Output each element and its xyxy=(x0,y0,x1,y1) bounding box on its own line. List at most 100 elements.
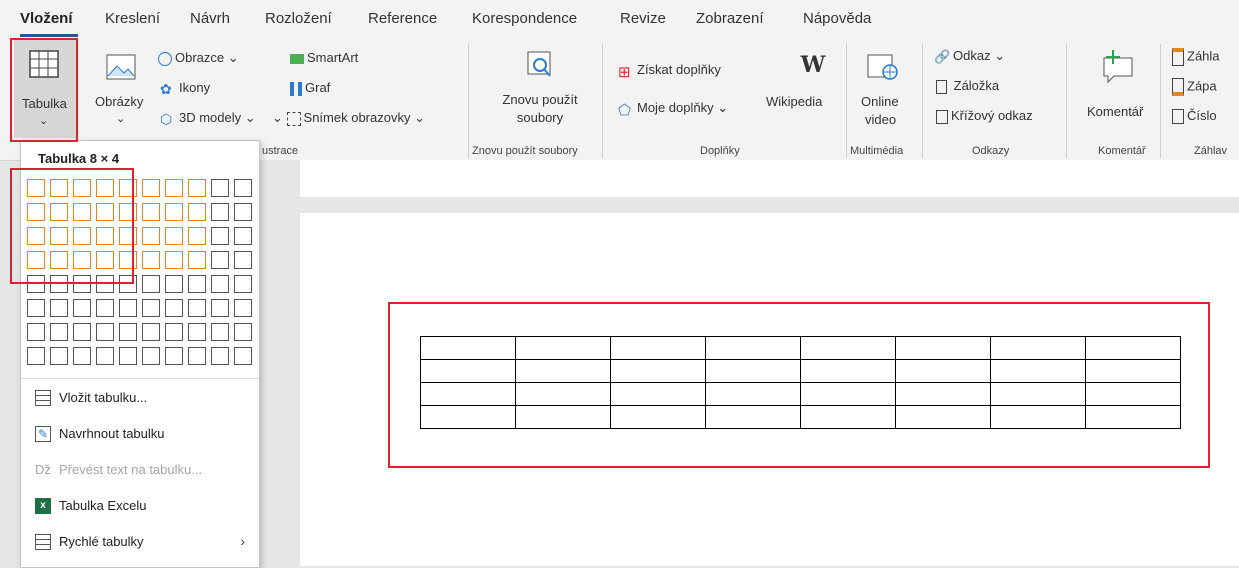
grid-cell[interactable] xyxy=(211,227,229,245)
tab-zobrazeni[interactable]: Zobrazení xyxy=(696,10,764,27)
tab-revize[interactable]: Revize xyxy=(620,10,666,27)
grid-cell[interactable] xyxy=(188,323,206,341)
tab-rozlozeni[interactable]: Rozložení xyxy=(265,10,332,27)
grid-cell[interactable] xyxy=(234,203,252,221)
grid-cell[interactable] xyxy=(165,179,183,197)
grid-cell[interactable] xyxy=(73,299,91,317)
chevron-down-icon: ⌄ xyxy=(994,48,1006,63)
quick-tables-menu-item[interactable]: Rychlé tabulky › xyxy=(21,525,259,559)
grid-cell[interactable] xyxy=(234,227,252,245)
header-label: Záhla xyxy=(1187,48,1220,64)
grid-cell[interactable] xyxy=(73,323,91,341)
grid-cell[interactable] xyxy=(50,347,68,365)
grid-cell[interactable] xyxy=(96,347,114,365)
smartart-button[interactable]: SmartArt xyxy=(290,50,358,65)
grid-cell[interactable] xyxy=(165,227,183,245)
grid-cell[interactable] xyxy=(188,347,206,365)
grid-cell[interactable] xyxy=(188,227,206,245)
grid-cell[interactable] xyxy=(142,251,160,269)
grid-cell[interactable] xyxy=(234,275,252,293)
grid-cell[interactable] xyxy=(142,299,160,317)
grid-cell[interactable] xyxy=(211,323,229,341)
grid-cell[interactable] xyxy=(119,323,137,341)
cross-reference-button[interactable]: Křížový odkaz xyxy=(936,108,1033,124)
shapes-button[interactable]: Obrazce ⌄ xyxy=(158,50,239,66)
tab-kresleni[interactable]: Kreslení xyxy=(105,10,160,27)
online-video-button[interactable]: Online video xyxy=(856,48,914,138)
grid-cell[interactable] xyxy=(188,275,206,293)
comment-button[interactable]: Komentář xyxy=(1082,48,1154,138)
grid-cell[interactable] xyxy=(188,179,206,197)
draw-table-menu-item[interactable]: ✎ Navrhnout tabulku xyxy=(21,417,259,451)
tab-vlozeni[interactable]: Vložení xyxy=(20,10,73,27)
grid-cell[interactable] xyxy=(165,299,183,317)
grid-cell[interactable] xyxy=(142,347,160,365)
link-button[interactable]: 🔗 Odkaz ⌄ xyxy=(934,48,1005,65)
tab-napoveda[interactable]: Nápověda xyxy=(803,10,871,27)
grid-cell[interactable] xyxy=(234,299,252,317)
header-button[interactable]: Záhla xyxy=(1172,48,1220,66)
grid-cell[interactable] xyxy=(96,299,114,317)
grid-cell[interactable] xyxy=(211,347,229,365)
grid-cell[interactable] xyxy=(142,203,160,221)
grid-cell[interactable] xyxy=(27,347,45,365)
footer-button[interactable]: Zápa xyxy=(1172,78,1217,96)
annotation-table-highlight xyxy=(388,302,1210,468)
3d-models-button[interactable]: ⬡ 3D modely ⌄ xyxy=(160,110,256,127)
group-separator xyxy=(1160,44,1161,158)
grid-cell[interactable] xyxy=(211,251,229,269)
grid-cell[interactable] xyxy=(165,347,183,365)
bookmark-button[interactable]: Záložka xyxy=(936,78,999,94)
grid-cell[interactable] xyxy=(211,203,229,221)
tab-korespondence[interactable]: Korespondence xyxy=(472,10,577,27)
grid-cell[interactable] xyxy=(188,251,206,269)
grid-cell[interactable] xyxy=(211,179,229,197)
grid-cell[interactable] xyxy=(50,323,68,341)
grid-cell[interactable] xyxy=(142,227,160,245)
tab-reference[interactable]: Reference xyxy=(368,10,437,27)
grid-cell[interactable] xyxy=(50,299,68,317)
annotation-tabulka-highlight xyxy=(10,38,78,142)
pictures-button[interactable]: Obrázky ⌄ xyxy=(92,48,150,138)
previous-page-bottom xyxy=(300,160,1239,197)
insert-table-menu-item[interactable]: Vložit tabulku... xyxy=(21,381,259,415)
grid-cell[interactable] xyxy=(165,203,183,221)
grid-cell[interactable] xyxy=(119,299,137,317)
header-icon xyxy=(1172,48,1184,66)
grid-cell[interactable] xyxy=(234,179,252,197)
grid-cell[interactable] xyxy=(27,323,45,341)
tab-navrh[interactable]: Návrh xyxy=(190,10,230,27)
grid-cell[interactable] xyxy=(234,251,252,269)
icons-button[interactable]: ✿ Ikony xyxy=(160,80,210,97)
grid-cell[interactable] xyxy=(211,299,229,317)
page-number-icon xyxy=(1172,109,1184,125)
grid-cell[interactable] xyxy=(234,323,252,341)
addins-grid-icon: ⊞ xyxy=(618,63,631,81)
grid-cell[interactable] xyxy=(73,347,91,365)
grid-cell[interactable] xyxy=(234,347,252,365)
grid-cell[interactable] xyxy=(96,323,114,341)
grid-cell[interactable] xyxy=(142,179,160,197)
group-label-comment: Komentář xyxy=(1098,145,1146,157)
grid-cell[interactable] xyxy=(188,203,206,221)
screenshot-button[interactable]: ⌄ Snímek obrazovky ⌄ xyxy=(272,110,425,126)
grid-cell[interactable] xyxy=(27,299,45,317)
grid-cell[interactable] xyxy=(188,299,206,317)
grid-cell[interactable] xyxy=(142,275,160,293)
grid-cell[interactable] xyxy=(142,323,160,341)
get-addins-button[interactable]: ⊞ Získat doplňky xyxy=(618,62,721,81)
my-addins-button[interactable]: ⬠ Moje doplňky ⌄ xyxy=(618,100,728,119)
reuse-files-button[interactable]: Znovu použít soubory xyxy=(480,46,600,138)
smartart-label: SmartArt xyxy=(307,50,359,65)
convert-text-menu-item: ǅ Převést text na tabulku... xyxy=(21,453,259,487)
grid-cell[interactable] xyxy=(211,275,229,293)
page-number-button[interactable]: Číslo xyxy=(1172,108,1217,125)
grid-cell[interactable] xyxy=(165,251,183,269)
grid-cell[interactable] xyxy=(165,275,183,293)
excel-table-menu-item[interactable]: x Tabulka Excelu xyxy=(21,489,259,523)
wikipedia-button[interactable]: W Wikipedia xyxy=(764,52,838,132)
chart-label: Graf xyxy=(305,80,331,95)
grid-cell[interactable] xyxy=(165,323,183,341)
chart-button[interactable]: Graf xyxy=(290,80,330,96)
grid-cell[interactable] xyxy=(119,347,137,365)
